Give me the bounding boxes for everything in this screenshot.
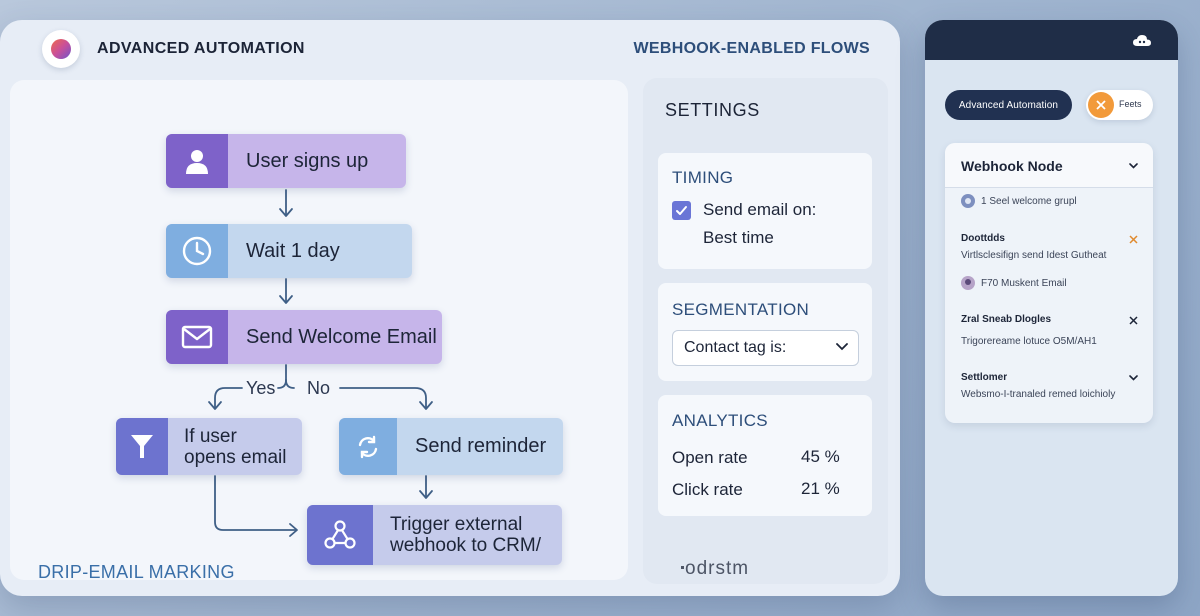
share-nodes-icon [307,505,373,565]
node-label-line: webhook to CRM/ [390,535,542,556]
webhook-row-text: 1 Seel welcome grupl [981,196,1077,207]
node-label-line: Trigger external [390,514,523,535]
feets-pill[interactable]: Feets [1086,90,1153,120]
node-label: If user opens email [168,426,286,468]
settings-title: SETTINGS [665,100,760,120]
pill-label: Feets [1119,99,1142,109]
avatar-icon [961,276,975,290]
settings-footer-text: odrstm [685,558,750,579]
analytics-card: ANALYTICS Open rate 45 % Click rate 21 % [658,395,872,516]
node-label: Wait 1 day [246,239,340,262]
send-email-checkbox[interactable] [672,201,691,220]
node-label-line: If user [184,425,237,447]
webhook-node-title: Webhook Node [961,158,1063,174]
flow-node-wait[interactable]: Wait 1 day [166,224,412,278]
segmentation-heading: SEGMENTATION [672,300,810,319]
settings-panel: SETTINGS TIMING Send email on: Best time… [643,78,888,584]
webhook-row-text: Websmo-I-tranaled remed loichioly [961,389,1116,400]
divider [945,187,1153,188]
webhook-row-title: Settlomer [961,372,1008,383]
webhook-row-title: Zral Sneab Dlogles [961,314,1052,325]
app-title: ADVANCED AUTOMATION [97,40,305,57]
select-value: Contact tag is: [684,339,787,356]
close-icon[interactable] [1129,235,1138,244]
close-icon[interactable] [1129,316,1138,325]
node-label: Send reminder [415,435,547,457]
webhook-row-title: Doottdds [961,233,1005,244]
clock-icon [166,224,228,278]
webhook-node-header[interactable]: Webhook Node [945,143,1153,187]
metric-label: Click rate [672,480,743,499]
refresh-icon [339,418,397,475]
send-email-label: Send email on: [703,200,817,219]
filter-icon [116,418,168,475]
flows-title: WEBHOOK-ENABLED FLOWS [633,40,870,57]
chevron-down-icon [836,343,848,351]
metric-value: 21 % [801,479,840,498]
user-icon [166,134,228,188]
canvas-footer-label: DRIP-EMAIL MARKING [38,562,235,582]
device-top-bar [925,20,1178,60]
node-label: Trigger external webhook to CRM/ [373,514,541,556]
mail-icon [166,310,228,364]
webhook-row-text: F70 Muskent Email [981,278,1067,289]
card-header: ADVANCED AUTOMATION WEBHOOK-ENABLED FLOW… [0,20,900,78]
metric-label: Open rate [672,448,748,467]
best-time-value[interactable]: Best time [703,228,774,248]
branch-yes-label: Yes [246,378,276,398]
branch-no-label: No [307,378,331,398]
chevron-down-icon[interactable] [1129,375,1138,381]
flow-node-user-signs-up[interactable]: User signs up [166,134,406,188]
analytics-heading: ANALYTICS [672,411,768,430]
flow-node-send-reminder[interactable]: Send reminder [339,418,563,475]
flow-node-send-welcome-email[interactable]: Send Welcome Email [166,310,442,364]
automation-card: ADVANCED AUTOMATION WEBHOOK-ENABLED FLOW… [0,20,900,596]
flow-node-trigger-webhook[interactable]: Trigger external webhook to CRM/ [307,505,562,565]
footer-mark [681,566,684,569]
webhook-row-text: Virtlsclesifign send Idest Gutheat [961,250,1107,261]
cloud-icon[interactable] [1133,34,1151,47]
advanced-automation-pill[interactable]: Advanced Automation [945,90,1072,120]
close-icon[interactable] [1088,92,1114,118]
app-logo-icon[interactable] [42,30,80,68]
contact-tag-select[interactable]: Contact tag is: [672,330,859,366]
step-icon [961,194,975,208]
timing-card: TIMING Send email on: Best time [658,153,872,269]
segmentation-card: SEGMENTATION Contact tag is: [658,283,872,381]
node-label-line: opens email [184,446,287,468]
webhook-node-card: Webhook Node 1 Seel welcome grupl Doottd… [945,143,1153,423]
timing-heading: TIMING [672,168,734,187]
workflow-canvas[interactable]: User signs up Wait 1 day Send Welcome Em… [10,80,628,582]
device-preview: Advanced Automation Feets Webhook Node 1… [925,20,1178,596]
flow-node-if-user-opens[interactable]: If user opens email [116,418,302,475]
metric-value: 45 % [801,447,840,466]
webhook-row-text: Trigorereame lotuce O5M/AH1 [961,336,1097,347]
chevron-down-icon[interactable] [1129,163,1138,169]
node-label: User signs up [246,149,369,172]
node-label: Send Welcome Email [246,325,437,348]
